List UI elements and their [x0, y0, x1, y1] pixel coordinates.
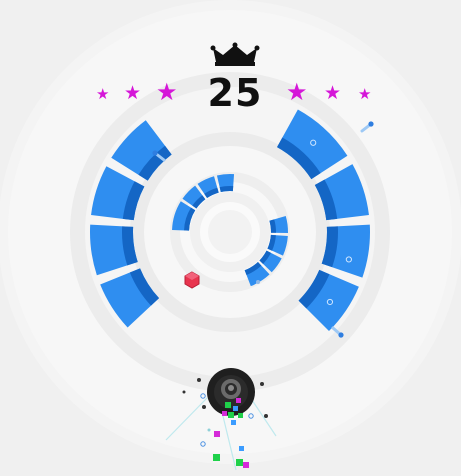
- game-board[interactable]: [0, 0, 461, 472]
- game-stage[interactable]: 25 ★ ★ ★ ★ ★ ★: [0, 0, 461, 472]
- player-ball[interactable]: [207, 368, 255, 416]
